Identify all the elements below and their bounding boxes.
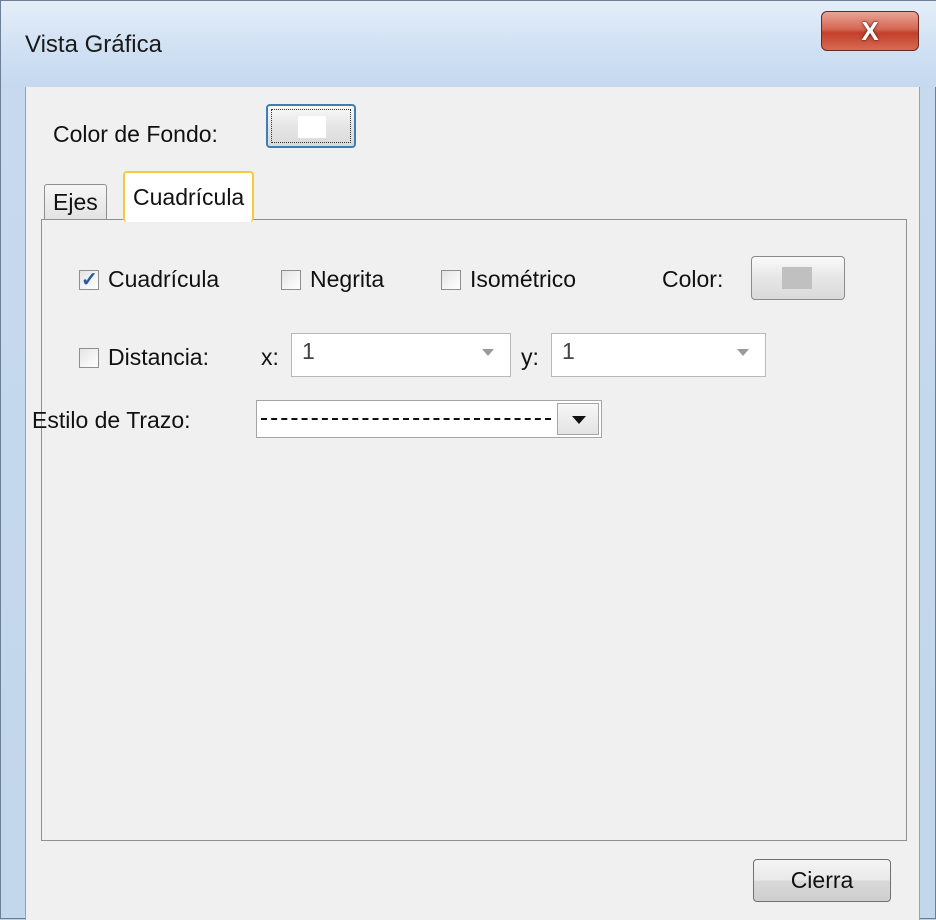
window-title: Vista Gráfica xyxy=(25,31,162,58)
isometric-checkbox-box[interactable] xyxy=(441,269,461,290)
background-color-swatch xyxy=(298,116,326,138)
tab-cuadricula[interactable]: Cuadrícula xyxy=(123,171,255,222)
distance-checkbox-box[interactable] xyxy=(79,347,99,368)
background-color-label: Color de Fondo: xyxy=(53,121,218,147)
y-label: y: xyxy=(521,344,539,370)
close-icon: X xyxy=(861,15,879,46)
bold-checkbox[interactable]: Negrita xyxy=(281,266,384,293)
tab-ejes[interactable]: Ejes xyxy=(44,184,107,220)
isometric-label: Isométrico xyxy=(470,266,577,292)
dashed-line-preview xyxy=(261,418,551,420)
title-bar[interactable]: Vista Gráfica X xyxy=(1,1,936,87)
grid-color-label: Color: xyxy=(662,266,724,292)
show-grid-checkbox[interactable]: ✓ Cuadrícula xyxy=(79,266,219,293)
grid-tab-panel: ✓ Cuadrícula Negrita Isométrico Color: D… xyxy=(41,219,907,841)
tab-cuadricula-label: Cuadrícula xyxy=(133,184,245,210)
dialog-body: Color de Fondo: Ejes Cuadrícula ✓ Cuadrí… xyxy=(25,87,920,920)
tab-ejes-label: Ejes xyxy=(53,189,98,215)
x-label: x: xyxy=(261,344,279,370)
line-style-dropdown-button[interactable] xyxy=(557,403,599,435)
background-color-button[interactable] xyxy=(266,104,356,148)
grid-color-button[interactable] xyxy=(751,256,845,300)
y-distance-value: 1 xyxy=(562,338,575,364)
close-dialog-button[interactable]: Cierra xyxy=(753,859,891,902)
x-distance-value: 1 xyxy=(302,338,315,364)
line-style-label: Estilo de Trazo: xyxy=(32,407,191,433)
line-style-combo[interactable] xyxy=(256,400,602,438)
distance-label: Distancia: xyxy=(108,344,209,370)
x-distance-combo[interactable]: 1 xyxy=(291,333,511,377)
dropdown-arrow-icon[interactable] xyxy=(482,349,494,356)
close-dialog-label: Cierra xyxy=(790,867,854,893)
bold-label: Negrita xyxy=(310,266,385,292)
y-distance-combo[interactable]: 1 xyxy=(551,333,766,377)
dialog-window: Vista Gráfica X Color de Fondo: Ejes Cua… xyxy=(0,0,936,920)
show-grid-label: Cuadrícula xyxy=(108,266,220,292)
distance-checkbox[interactable]: Distancia: xyxy=(79,344,209,371)
dropdown-arrow-icon[interactable] xyxy=(737,349,749,356)
isometric-checkbox[interactable]: Isométrico xyxy=(441,266,576,293)
dropdown-arrow-icon xyxy=(572,416,586,424)
window-close-button[interactable]: X xyxy=(821,11,919,51)
show-grid-checkbox-box[interactable]: ✓ xyxy=(79,268,99,291)
bold-checkbox-box[interactable] xyxy=(281,269,301,290)
grid-color-swatch xyxy=(782,267,812,289)
checkbox-check-icon: ✓ xyxy=(81,268,98,291)
